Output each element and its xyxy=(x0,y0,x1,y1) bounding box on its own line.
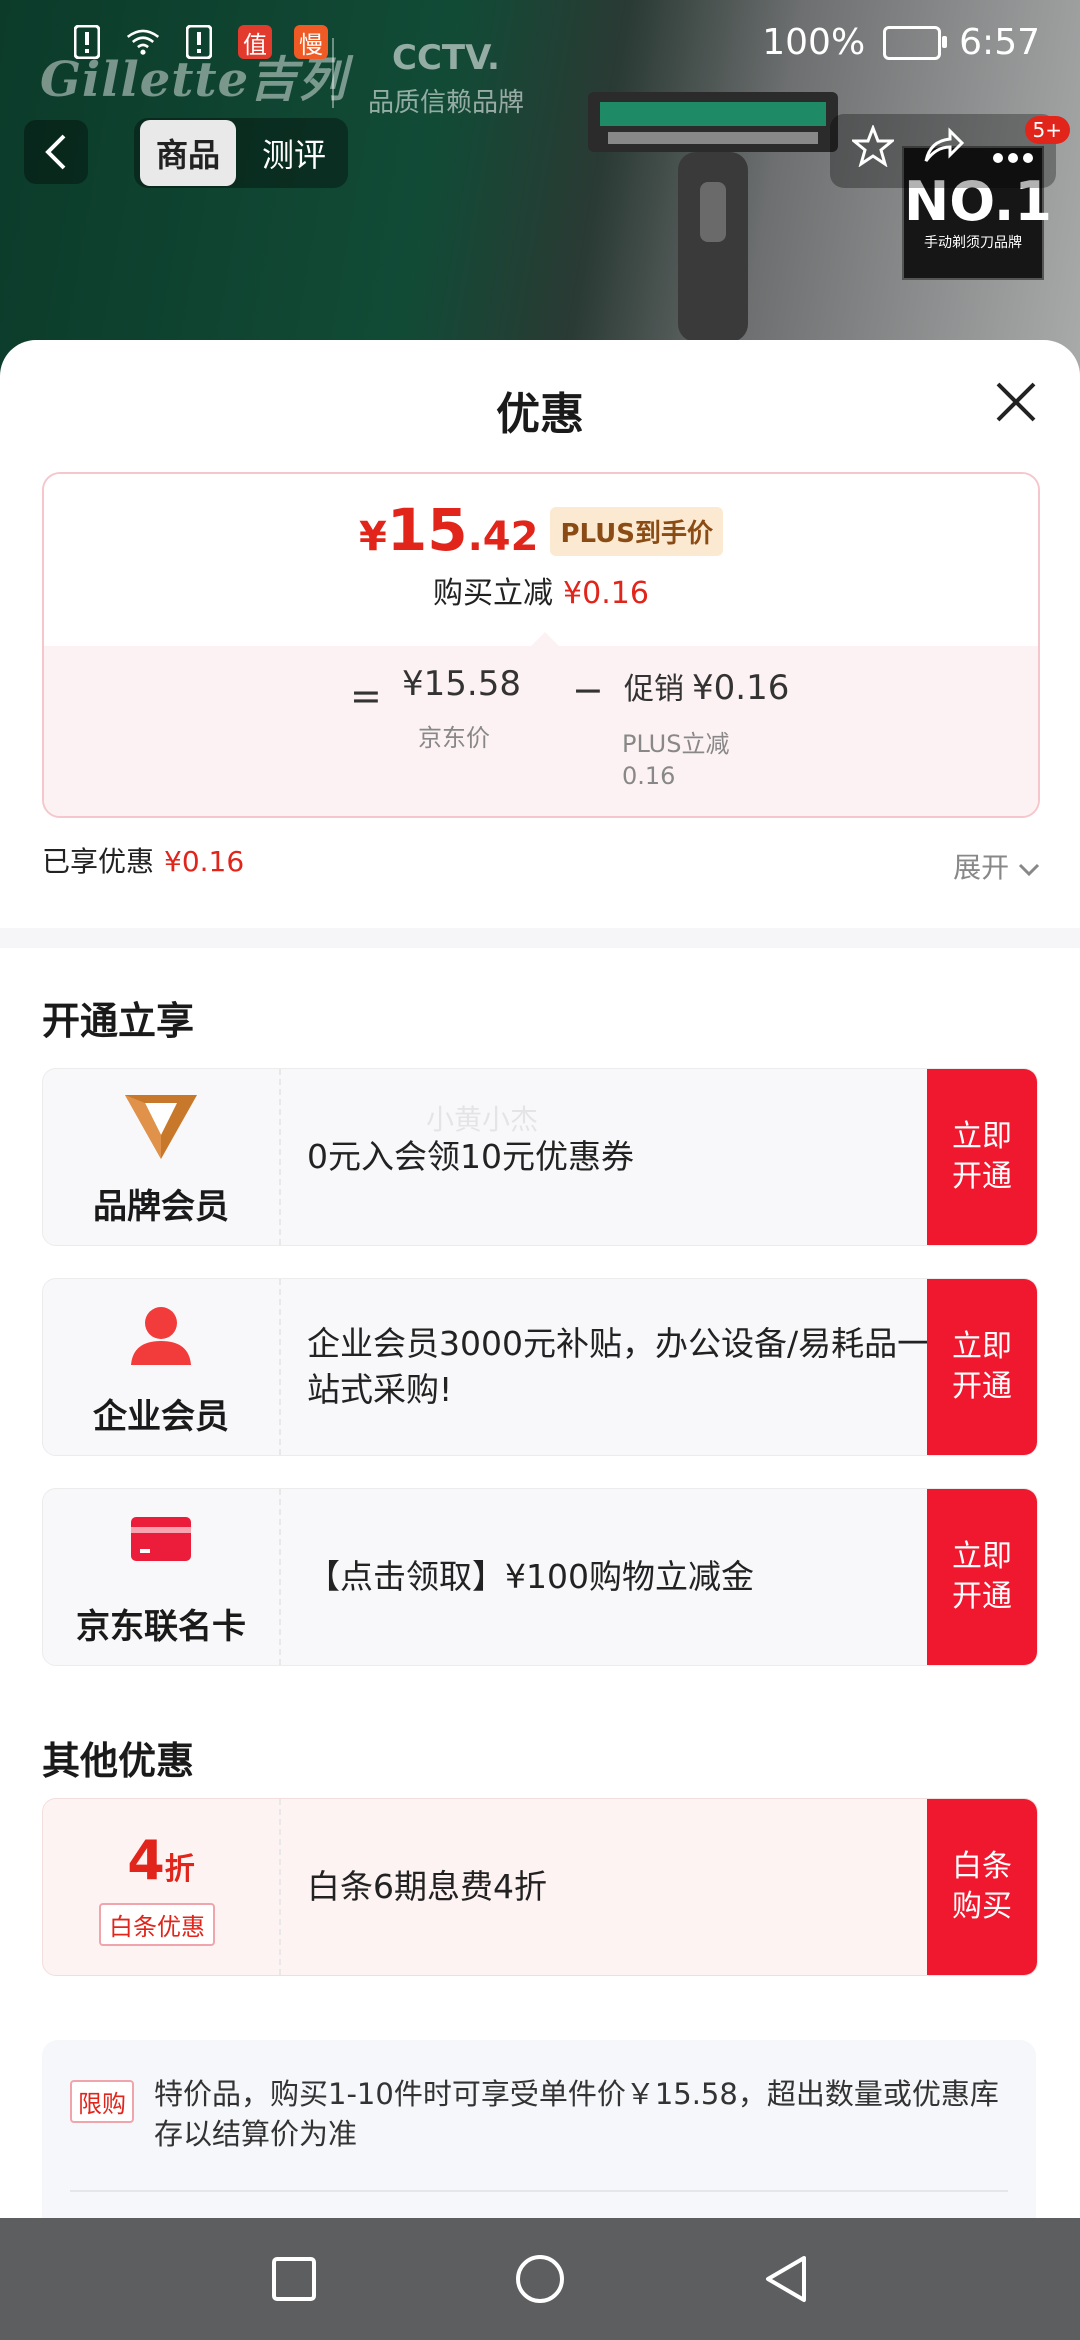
offer-name: 企业会员 xyxy=(93,1397,229,1437)
final-price: ¥15.42 xyxy=(359,496,538,564)
app-notification-icon: 值 xyxy=(238,25,272,59)
offer-text: 0元入会领10元优惠券 xyxy=(307,1137,634,1176)
other-section-title: 其他优惠 xyxy=(42,1739,195,1783)
offer-left: 品牌会员 xyxy=(43,1069,281,1245)
offer-text: 企业会员3000元补贴，办公设备/易耗品一站式采购! xyxy=(307,1324,931,1409)
jd-price: ¥15.58 xyxy=(402,664,521,704)
clock: 6:57 xyxy=(959,22,1040,63)
offer-left: 京东联名卡 xyxy=(43,1489,281,1665)
offer-name: 京东联名卡 xyxy=(76,1607,246,1647)
pointer-arrow xyxy=(531,632,559,646)
enjoyed-label: 已享优惠 xyxy=(42,845,155,878)
tab-review[interactable]: 测评 xyxy=(246,120,342,186)
open-now-button[interactable]: 立即 开通 xyxy=(927,1489,1037,1665)
minus-sign: − xyxy=(572,668,604,712)
expand-toggle[interactable]: 展开 xyxy=(953,846,1040,886)
price-top: ¥15.42 PLUS到手价 购买立减 ¥0.16 xyxy=(44,474,1038,646)
tab-product[interactable]: 商品 xyxy=(140,120,237,186)
alert-icon xyxy=(70,22,104,62)
promotion-label: 促销 xyxy=(624,672,684,707)
enjoyed-discount: 已享优惠 ¥0.16 xyxy=(42,840,244,880)
baitiao-buy-button[interactable]: 白条 购买 xyxy=(927,1799,1037,1975)
promotion-value: ¥0.16 xyxy=(692,668,790,708)
razor-product-image xyxy=(588,92,838,342)
offer-brand-member[interactable]: 品牌会员 0元入会领10元优惠券 立即 开通 xyxy=(42,1068,1038,1246)
offer-text: 【点击领取】¥100购物立减金 xyxy=(307,1557,754,1596)
baitiao-tag: 白条优惠 xyxy=(99,1903,215,1946)
plus-reduction-value: 0.16 xyxy=(622,762,676,790)
final-price-row: ¥15.42 PLUS到手价 xyxy=(44,496,1038,564)
discount-number: 4 xyxy=(127,1829,165,1892)
offer-name: 品牌会员 xyxy=(93,1187,229,1227)
limit-note-text: 特价品，购买1-10件时可享受单件价￥15.58，超出数量或优惠库存以结算价为准 xyxy=(154,2077,999,2151)
note-divider xyxy=(70,2190,1008,2192)
back-triangle-icon[interactable] xyxy=(758,2251,814,2307)
message-badge: 5+ xyxy=(1024,116,1070,144)
brand-v-icon xyxy=(125,1095,197,1159)
discount-unit: 折 xyxy=(164,1852,195,1887)
chevron-down-icon xyxy=(1018,863,1040,877)
top-actions xyxy=(830,114,1056,188)
jd-price-label: 京东价 xyxy=(418,724,490,752)
plus-reduction-label: PLUS立减 xyxy=(622,730,730,758)
reduction-value: ¥0.16 xyxy=(563,576,649,611)
favorite-star-icon[interactable] xyxy=(849,123,897,177)
expand-label: 展开 xyxy=(953,851,1010,884)
open-now-button[interactable]: 立即 开通 xyxy=(927,1069,1037,1245)
price-decimal: .42 xyxy=(467,514,539,560)
offer-baitiao[interactable]: 4折 白条优惠 白条6期息费4折 白条 购买 xyxy=(42,1798,1038,1976)
currency-symbol: ¥ xyxy=(359,514,387,560)
offer-left: 4折 白条优惠 xyxy=(43,1799,281,1975)
promotion-detail: PLUS立减 0.16 xyxy=(622,728,729,792)
price-breakdown-card: ¥15.42 PLUS到手价 购买立减 ¥0.16 = ¥15.58 京东价 − … xyxy=(42,472,1040,818)
award-small-text: 手动剃须刀品牌 xyxy=(924,235,1022,251)
back-button[interactable] xyxy=(24,120,88,184)
plus-price-tag: PLUS到手价 xyxy=(550,507,723,556)
share-icon[interactable] xyxy=(922,125,965,177)
credit-card-icon xyxy=(131,1517,191,1561)
sim-alert-icon xyxy=(182,22,216,62)
close-icon[interactable] xyxy=(992,378,1040,426)
discount-value: 4折 xyxy=(43,1829,279,1892)
purchase-limit-note: 限购 特价品，购买1-10件时可享受单件价￥15.58，超出数量或优惠库存以结算… xyxy=(42,2040,1036,2240)
promotion-amount: 促销 ¥0.16 xyxy=(624,664,789,708)
enjoyed-value: ¥0.16 xyxy=(164,845,245,878)
chevron-left-icon xyxy=(45,134,66,170)
person-icon xyxy=(131,1307,191,1365)
offer-enterprise-member[interactable]: 企业会员 企业会员3000元补贴，办公设备/易耗品一站式采购! 立即 开通 xyxy=(42,1278,1038,1456)
status-bar: 值 慢 100% 6:57 xyxy=(0,0,1080,90)
status-left: 值 慢 xyxy=(70,22,328,62)
offer-cobrand-card[interactable]: 京东联名卡 【点击领取】¥100购物立减金 立即 开通 xyxy=(42,1488,1038,1666)
watermark: 小黄小杰 xyxy=(426,1103,539,1136)
recents-square-icon[interactable] xyxy=(266,2251,322,2307)
price-integer: 15 xyxy=(386,496,468,564)
open-now-button[interactable]: 立即 开通 xyxy=(927,1279,1037,1455)
sheet-title: 优惠 xyxy=(496,389,584,440)
discount-sheet: 优惠 ¥15.42 PLUS到手价 购买立减 ¥0.16 = ¥15.58 京东价… xyxy=(0,340,1080,2240)
limit-tag: 限购 xyxy=(70,2080,134,2123)
reduction-label: 购买立减 xyxy=(433,576,554,611)
section-divider xyxy=(0,928,1080,948)
home-circle-icon[interactable] xyxy=(512,2251,568,2307)
equals-sign: = xyxy=(350,674,382,718)
status-right: 100% 6:57 xyxy=(762,22,1040,63)
offer-left: 企业会员 xyxy=(43,1279,281,1455)
wifi-icon xyxy=(126,22,160,62)
app-notification-icon: 慢 xyxy=(294,25,328,59)
price-formula: = ¥15.58 京东价 − 促销 ¥0.16 PLUS立减 0.16 xyxy=(44,632,1038,816)
offer-text: 白条6期息费4折 xyxy=(307,1867,547,1906)
system-navigation-bar xyxy=(0,2218,1080,2340)
open-section-title: 开通立享 xyxy=(42,999,195,1043)
battery-percent: 100% xyxy=(762,22,866,63)
product-tabs: 商品 测评 xyxy=(134,118,349,188)
battery-icon xyxy=(883,25,948,60)
purchase-reduction: 购买立减 ¥0.16 xyxy=(44,568,1038,612)
